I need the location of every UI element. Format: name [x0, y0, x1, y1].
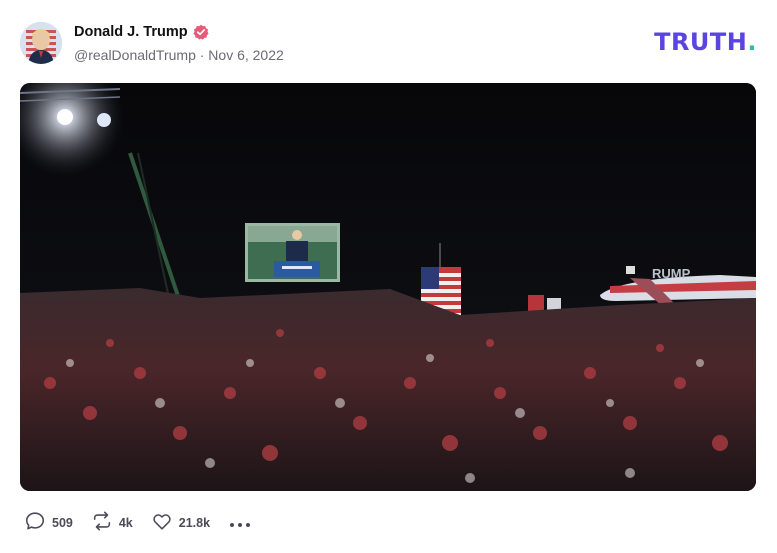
- handle-and-date[interactable]: @realDonaldTrump · Nov 6, 2022: [74, 47, 284, 63]
- like-button[interactable]: 21.8k: [151, 510, 210, 537]
- like-count: 21.8k: [178, 516, 211, 530]
- more-icon: [228, 514, 252, 532]
- post-header: Donald J. Trump @realDonaldTrump · Nov 6…: [20, 22, 757, 64]
- post-actions: 509 4k 21.8k: [24, 510, 252, 536]
- retruth-count: 4k: [118, 516, 133, 530]
- retruth-icon: [91, 510, 113, 537]
- author-name[interactable]: Donald J. Trump: [74, 24, 188, 40]
- plane-livery-text: RUMP: [652, 266, 691, 281]
- reply-icon: [24, 510, 46, 537]
- post-image[interactable]: RUMP: [20, 83, 756, 491]
- retruth-button[interactable]: 4k: [91, 510, 133, 537]
- more-options-button[interactable]: [228, 514, 252, 532]
- reply-button[interactable]: 509: [24, 510, 73, 537]
- avatar[interactable]: [20, 22, 62, 64]
- reply-count: 509: [52, 516, 73, 530]
- verified-badge-icon: [192, 24, 209, 40]
- truth-logo[interactable]: TRUTH.: [654, 28, 757, 56]
- like-icon: [151, 510, 173, 537]
